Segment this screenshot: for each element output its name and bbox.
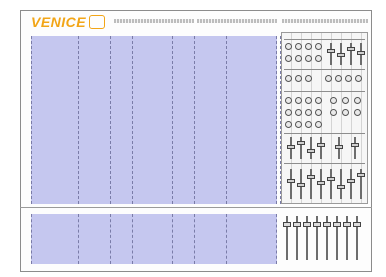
master-divider xyxy=(284,39,365,40)
channel-strip[interactable] xyxy=(195,214,227,264)
channel-strip[interactable] xyxy=(227,36,277,204)
fader-handle[interactable] xyxy=(327,177,335,181)
master-divider xyxy=(284,133,365,134)
channel-strip[interactable] xyxy=(79,36,111,204)
fader-slot xyxy=(330,169,332,199)
channel-strip[interactable] xyxy=(173,214,195,264)
knob-icon[interactable] xyxy=(325,75,332,82)
master-divider xyxy=(284,91,365,92)
channel-strip[interactable] xyxy=(111,36,133,204)
fader[interactable] xyxy=(343,216,351,260)
knob-icon[interactable] xyxy=(285,97,292,104)
channel-strip[interactable] xyxy=(111,214,133,264)
knob-icon[interactable] xyxy=(315,97,322,104)
fader-slot xyxy=(330,43,332,65)
header-strip-3 xyxy=(282,19,368,23)
knob-icon[interactable] xyxy=(305,121,312,128)
fader-handle[interactable] xyxy=(317,181,325,185)
fader[interactable] xyxy=(293,216,301,260)
fader[interactable] xyxy=(353,216,361,260)
fader[interactable] xyxy=(313,216,321,260)
fader-handle[interactable] xyxy=(327,49,335,53)
knob-icon[interactable] xyxy=(330,109,337,116)
channel-strip[interactable] xyxy=(173,36,195,204)
knob-icon[interactable] xyxy=(342,109,349,116)
fader-slot xyxy=(354,137,356,159)
knob-icon[interactable] xyxy=(285,121,292,128)
knob-icon[interactable] xyxy=(295,97,302,104)
header-strip-2 xyxy=(197,19,277,23)
fader-handle[interactable] xyxy=(337,53,345,57)
fader-slot xyxy=(320,137,322,159)
logo-text: VENICE xyxy=(31,14,87,30)
knob-icon[interactable] xyxy=(355,75,362,82)
fader-slot xyxy=(310,169,312,199)
lower-channel-bank xyxy=(31,214,277,264)
bank-divider xyxy=(20,207,372,208)
fader-handle[interactable] xyxy=(307,175,315,179)
knob-icon[interactable] xyxy=(345,75,352,82)
knob-icon[interactable] xyxy=(305,55,312,62)
channel-strip[interactable] xyxy=(133,36,173,204)
knob-icon[interactable] xyxy=(285,75,292,82)
knob-icon[interactable] xyxy=(315,121,322,128)
fader-handle[interactable] xyxy=(297,141,305,145)
knob-icon[interactable] xyxy=(354,109,361,116)
channel-strip[interactable] xyxy=(31,36,79,204)
fader-handle[interactable] xyxy=(347,179,355,183)
channel-strip[interactable] xyxy=(133,214,173,264)
fader[interactable] xyxy=(333,216,341,260)
fader-handle[interactable] xyxy=(287,179,295,183)
fader-handle[interactable] xyxy=(357,51,365,55)
master-divider xyxy=(284,163,365,164)
channel-strip[interactable] xyxy=(195,36,227,204)
fader-slot xyxy=(290,169,292,199)
fader-slot xyxy=(350,169,352,199)
knob-icon[interactable] xyxy=(295,43,302,50)
logo-mark-icon xyxy=(89,15,105,29)
master-section xyxy=(281,32,368,204)
fader-slot xyxy=(340,169,342,199)
knob-icon[interactable] xyxy=(285,109,292,116)
knob-icon[interactable] xyxy=(342,97,349,104)
knob-icon[interactable] xyxy=(305,75,312,82)
fader-handle[interactable] xyxy=(347,47,355,51)
knob-icon[interactable] xyxy=(285,43,292,50)
fader-handle[interactable] xyxy=(357,173,365,177)
fader-handle[interactable] xyxy=(287,145,295,149)
fader[interactable] xyxy=(283,216,291,260)
knob-icon[interactable] xyxy=(330,97,337,104)
fader-handle[interactable] xyxy=(317,143,325,147)
upper-channel-bank xyxy=(31,36,281,204)
fader[interactable] xyxy=(303,216,311,260)
knob-icon[interactable] xyxy=(305,109,312,116)
header-strip-1 xyxy=(114,19,194,23)
fader-handle[interactable] xyxy=(307,149,315,153)
knob-icon[interactable] xyxy=(315,43,322,50)
knob-icon[interactable] xyxy=(335,75,342,82)
knob-icon[interactable] xyxy=(305,43,312,50)
knob-icon[interactable] xyxy=(354,97,361,104)
fader-handle[interactable] xyxy=(337,185,345,189)
fader-handle[interactable] xyxy=(351,143,359,147)
fader-slot xyxy=(310,137,312,159)
venice-logo: VENICE xyxy=(31,13,111,31)
lower-fader-bank xyxy=(281,212,368,266)
fader-handle[interactable] xyxy=(297,183,305,187)
channel-strip[interactable] xyxy=(31,214,79,264)
knob-icon[interactable] xyxy=(315,55,322,62)
knob-icon[interactable] xyxy=(295,55,302,62)
knob-icon[interactable] xyxy=(295,121,302,128)
knob-icon[interactable] xyxy=(295,109,302,116)
knob-icon[interactable] xyxy=(295,75,302,82)
master-divider xyxy=(284,69,365,70)
knob-icon[interactable] xyxy=(285,55,292,62)
knob-icon[interactable] xyxy=(305,97,312,104)
channel-strip[interactable] xyxy=(227,214,277,264)
channel-strip[interactable] xyxy=(79,214,111,264)
fader-handle[interactable] xyxy=(335,145,343,149)
fader[interactable] xyxy=(323,216,331,260)
knob-icon[interactable] xyxy=(315,109,322,116)
